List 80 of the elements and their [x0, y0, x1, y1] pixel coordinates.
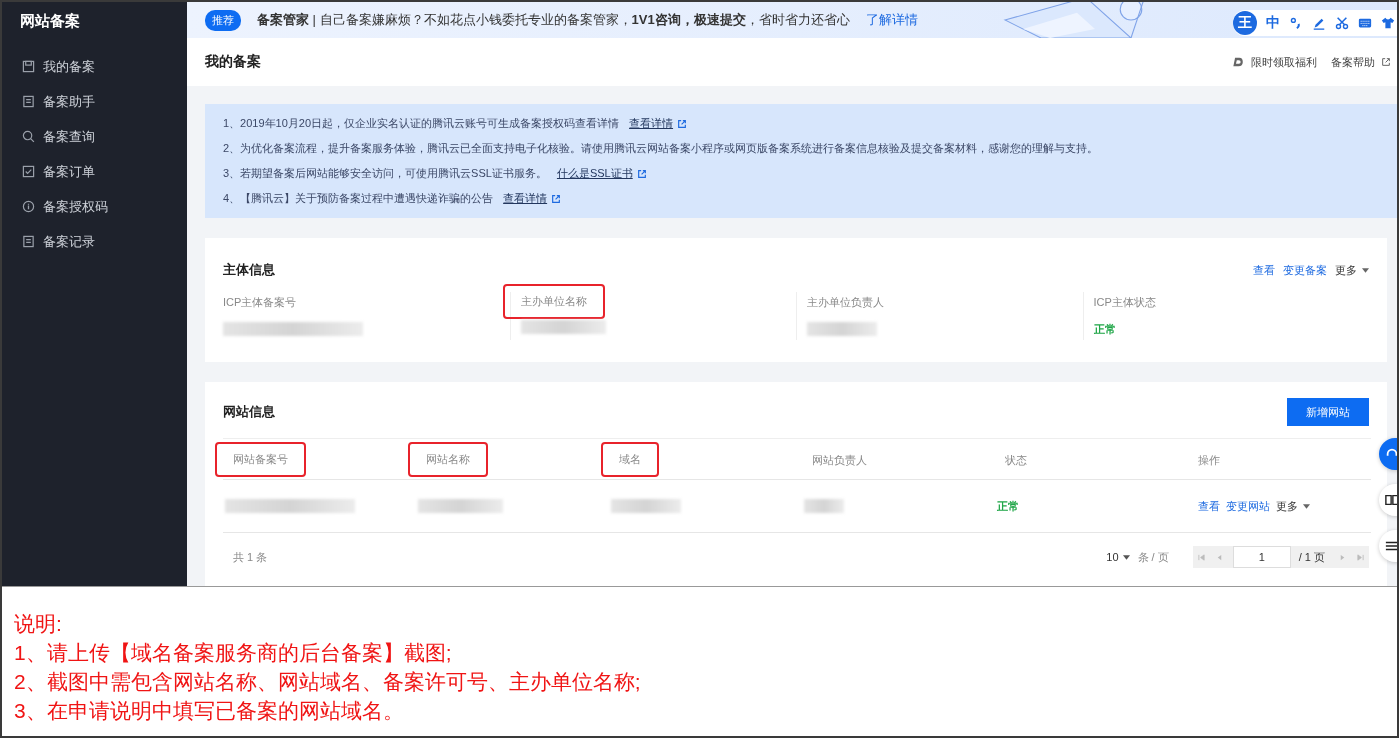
last-page-icon: [1356, 553, 1364, 561]
page-input[interactable]: 1: [1232, 546, 1291, 568]
note-text: 2、截图中需包含网站名称、网站域名、备案许可号、主办单位名称;: [14, 669, 642, 695]
sidebar-item[interactable]: 备案授权码: [2, 189, 187, 224]
checklist-icon: [22, 165, 35, 178]
column-header: 网站负责人: [812, 453, 867, 468]
first-page-icon: [1198, 553, 1206, 561]
details-link[interactable]: 查看详情: [503, 191, 548, 206]
action-link[interactable]: 变更备案: [1283, 262, 1327, 278]
blurred-value: [611, 499, 681, 513]
field-label: ICP主体备案号: [223, 295, 297, 310]
header-link[interactable]: 限时领取福利: [1232, 54, 1317, 70]
sidebar-item[interactable]: 备案订单: [2, 154, 187, 189]
external-link-icon[interactable]: [677, 118, 688, 129]
column-header: 操作: [1198, 453, 1220, 468]
document-icon: [22, 235, 35, 248]
keyboard-icon[interactable]: [1358, 16, 1372, 30]
caret-icon: [1303, 503, 1310, 509]
status-text: 正常: [997, 498, 1019, 514]
blurred-value: [807, 322, 877, 336]
document-icon: [22, 95, 35, 108]
per-page-label: 条 / 页: [1137, 549, 1169, 565]
details-link[interactable]: 什么是SSL证书: [556, 166, 633, 181]
external-link-icon[interactable]: [551, 193, 562, 204]
pencil-icon[interactable]: [1312, 16, 1326, 30]
page-total: / 1 页: [1297, 549, 1326, 565]
save-icon: [22, 60, 35, 73]
page-size-select[interactable]: 10: [1106, 551, 1130, 563]
list-icon: [1385, 539, 1397, 553]
input-mode-toggle[interactable]: 中: [1266, 14, 1280, 32]
field-label: ICP主体状态: [1093, 295, 1156, 310]
sidebar-item[interactable]: 我的备案: [2, 49, 187, 84]
shirt-icon[interactable]: [1381, 16, 1395, 30]
action-link[interactable]: 查看: [1198, 498, 1220, 514]
action-link[interactable]: 变更网站: [1226, 498, 1270, 514]
external-link-icon[interactable]: [636, 168, 647, 179]
total-count: 共 1 条: [233, 549, 268, 565]
card-title: 网站信息: [223, 403, 275, 421]
action-link[interactable]: 查看: [1253, 262, 1275, 278]
learn-more-link[interactable]: 了解详情: [865, 11, 918, 29]
column-header: 状态: [1005, 453, 1027, 468]
book-icon: [1385, 493, 1397, 507]
notice-text: 4、【腾讯云】关于预防备案过程中遭遇快递诈骗的公告: [223, 191, 494, 206]
external-link-icon: [1381, 57, 1391, 67]
punctuation-icon[interactable]: [1289, 16, 1303, 30]
column-header: 网站备案号: [217, 444, 304, 475]
note-text: 3、在申请说明中填写已备案的网站域名。: [14, 698, 405, 724]
add-website-button[interactable]: 新增网站: [1287, 398, 1369, 426]
notice-text: 3、若期望备案后网站能够安全访问，可使用腾讯云SSL证书服务。: [223, 166, 547, 181]
sidebar-title: 网站备案: [19, 11, 81, 31]
notice-text: 1、2019年10月20日起，仅企业实名认证的腾讯云账号可生成备案授权码查看详情: [223, 116, 620, 131]
note-text: 1、请上传【域名备案服务商的后台备案】截图;: [14, 640, 453, 666]
field-label: 主办单位负责人: [807, 295, 884, 310]
note-text: 说明:: [14, 611, 63, 637]
sidebar-item[interactable]: 备案查询: [2, 119, 187, 154]
header-link[interactable]: 备案帮助: [1331, 54, 1391, 70]
prev-page-icon: [1216, 553, 1224, 561]
column-header: 域名: [603, 444, 657, 475]
card-title: 主体信息: [223, 261, 275, 279]
status-text: 正常: [1093, 322, 1116, 337]
field-label: 主办单位名称: [504, 286, 603, 317]
more-dropdown[interactable]: 更多: [1276, 498, 1310, 514]
column-header: 网站名称: [410, 444, 486, 475]
ime-logo[interactable]: 王: [1233, 11, 1257, 35]
sidebar-item[interactable]: 备案助手: [2, 84, 187, 119]
search-icon: [22, 130, 35, 143]
promo-text: 备案管家 | 自己备案嫌麻烦？不如花点小钱委托专业的备案管家，1V1咨询，极速提交，省时省力还省心: [257, 11, 850, 29]
blurred-value: [804, 499, 844, 513]
caret-icon: [1362, 267, 1369, 273]
page-title: 我的备案: [205, 53, 261, 71]
notice-text: 2、为优化备案流程，提升备案服务体验，腾讯云已全面支持电子化核验。请使用腾讯云网站备案小程序或网页版备案系统进行备案信息核验及提交备案材料，感谢您的理解与支持。: [223, 141, 1099, 156]
scissors-icon[interactable]: [1335, 16, 1349, 30]
d-logo-icon: [1232, 56, 1245, 68]
details-link[interactable]: 查看详情: [629, 116, 674, 131]
info-icon: [22, 200, 35, 213]
caret-icon: [1122, 554, 1130, 560]
more-dropdown[interactable]: 更多: [1335, 262, 1369, 278]
recommend-badge: 推荐: [205, 9, 241, 31]
sidebar-item[interactable]: 备案记录: [2, 224, 187, 259]
next-page-icon: [1338, 553, 1346, 561]
